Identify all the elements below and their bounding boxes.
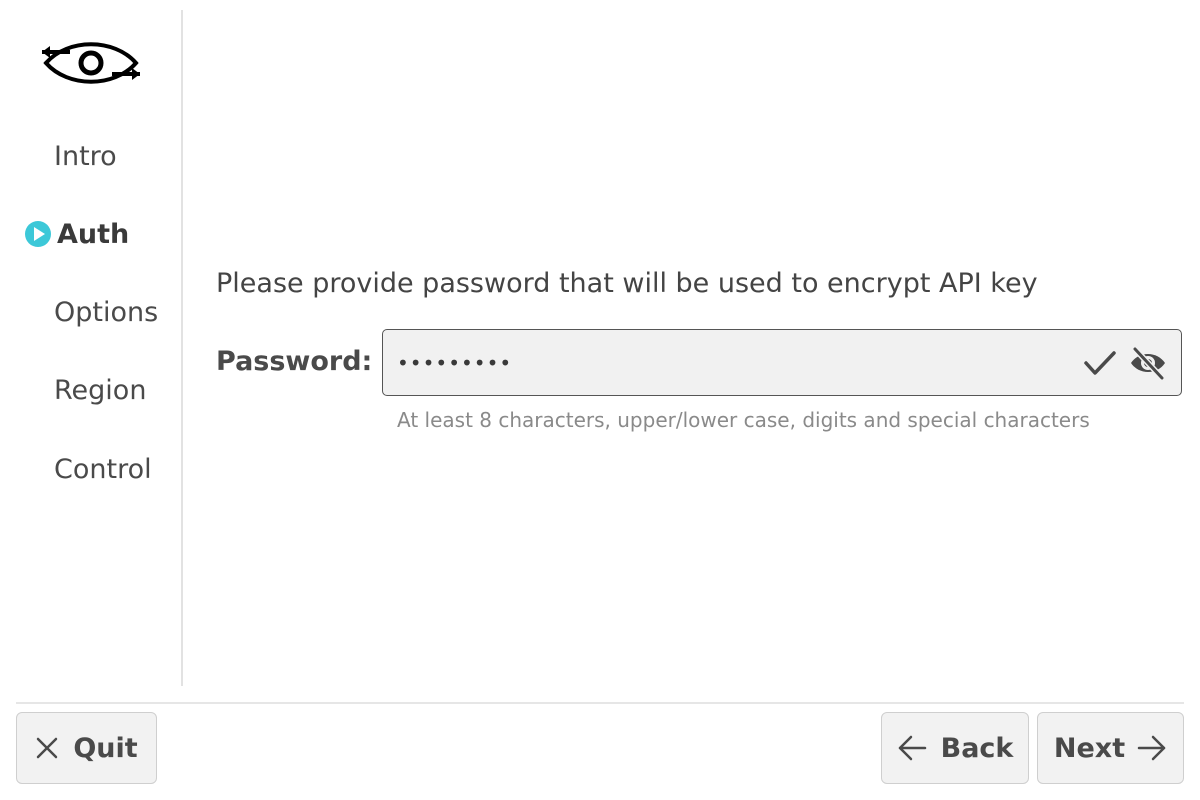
back-button[interactable]: Back [881, 712, 1029, 784]
password-label: Password: [216, 346, 373, 377]
password-hint: At least 8 characters, upper/lower case,… [397, 408, 1090, 432]
sidebar-item-options[interactable]: Options [0, 290, 180, 334]
quit-label: Quit [73, 732, 138, 764]
eye-arrows-logo-icon [42, 42, 140, 84]
installer-window: Intro Auth Options Region Control Please… [0, 0, 1200, 800]
sidebar-item-region[interactable]: Region [0, 368, 180, 412]
sidebar-item-label: Region [54, 374, 147, 406]
arrow-left-icon [898, 735, 926, 761]
sidebar-item-label: Auth [57, 218, 130, 250]
footer-divider [16, 702, 1184, 704]
password-field[interactable] [382, 329, 1182, 396]
quit-button[interactable]: Quit [16, 712, 157, 784]
sidebar-item-auth[interactable]: Auth [0, 212, 180, 256]
sidebar-item-intro[interactable]: Intro [0, 134, 180, 178]
page-prompt: Please provide password that will be use… [216, 268, 1038, 299]
current-step-play-icon [25, 221, 51, 247]
back-label: Back [940, 732, 1014, 764]
next-label: Next [1053, 732, 1126, 764]
sidebar: Intro Auth Options Region Control [0, 0, 182, 686]
arrow-right-icon [1137, 735, 1166, 761]
sidebar-item-label: Control [54, 453, 152, 485]
password-input[interactable] [397, 342, 1077, 384]
sidebar-item-control[interactable]: Control [0, 447, 180, 491]
eye-off-icon[interactable] [1129, 345, 1167, 381]
next-button[interactable]: Next [1037, 712, 1184, 784]
sidebar-item-label: Options [54, 296, 159, 328]
checkmark-icon [1084, 351, 1116, 375]
sidebar-item-label: Intro [54, 140, 117, 172]
close-icon [37, 737, 58, 759]
sidebar-divider [181, 10, 183, 686]
